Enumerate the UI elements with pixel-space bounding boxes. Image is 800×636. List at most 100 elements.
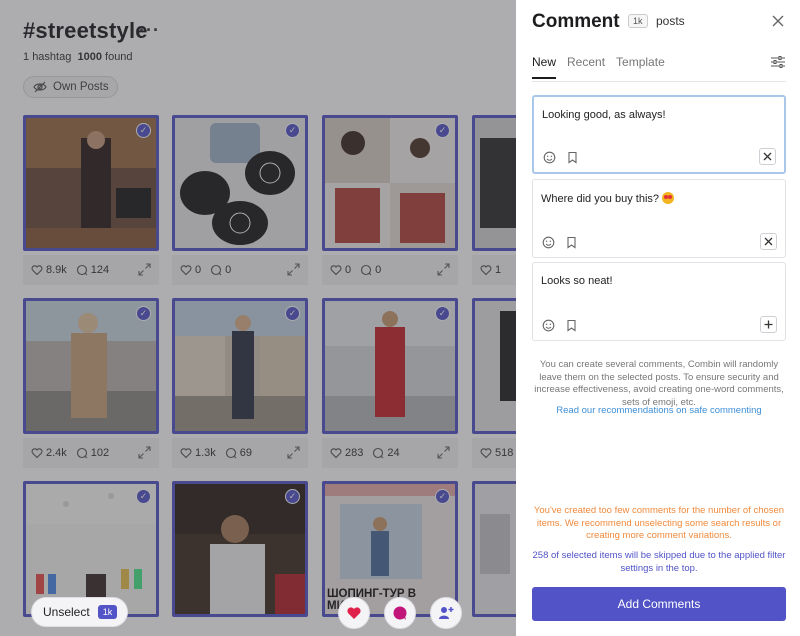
- search-stats: 1 hashtag 1000 found: [23, 51, 133, 63]
- comment-text[interactable]: Where did you buy this?: [541, 192, 675, 205]
- post-thumbnail[interactable]: ✓: [172, 298, 308, 434]
- post-thumbnail[interactable]: ✓: [172, 481, 308, 617]
- post-thumbnail[interactable]: ✓: [322, 298, 458, 434]
- hashtag-feed: #streetstyle ··· 1 hashtag 1000 found Ow…: [0, 0, 516, 636]
- post-thumbnail[interactable]: ✓: [322, 115, 458, 251]
- comment-icon: [373, 447, 384, 459]
- add-comments-button[interactable]: Add Comments: [532, 587, 786, 621]
- panel-title: Comment: [532, 11, 620, 32]
- heart-icon: [31, 448, 43, 459]
- tab-recent[interactable]: Recent: [567, 55, 605, 79]
- found-count: 1000: [77, 51, 102, 63]
- expand-icon[interactable]: [437, 446, 450, 459]
- comments-count: 0: [225, 264, 232, 276]
- heart-icon: [180, 265, 192, 276]
- heart-icon: [31, 265, 43, 276]
- post-meta: 2.4k 102: [23, 438, 159, 468]
- comments-count: 0: [375, 264, 382, 276]
- selected-check-icon[interactable]: ✓: [285, 489, 300, 504]
- post-thumbnail[interactable]: ✓: [23, 298, 159, 434]
- bookmark-icon[interactable]: [565, 236, 578, 249]
- post-thumbnail[interactable]: [472, 115, 516, 251]
- likes-count: 0: [345, 264, 352, 276]
- comments-count: 24: [387, 447, 400, 459]
- post-meta: 1: [472, 255, 516, 285]
- comments-count: 102: [90, 447, 110, 459]
- comment-text[interactable]: Looks so neat!: [541, 275, 613, 287]
- heart-eyes-emoji-icon: [662, 192, 675, 204]
- hashtag-title: #streetstyle: [23, 18, 148, 43]
- selected-check-icon[interactable]: ✓: [136, 123, 151, 138]
- warning-text: You've created too few comments for the …: [533, 505, 785, 541]
- expand-icon[interactable]: [287, 446, 300, 459]
- expand-icon[interactable]: [138, 446, 151, 459]
- bookmark-icon[interactable]: [565, 319, 578, 332]
- found-label: found: [105, 51, 133, 63]
- remove-comment-button[interactable]: [760, 233, 777, 250]
- comment-field[interactable]: Where did you buy this?: [532, 179, 786, 258]
- like-action-button[interactable]: [338, 597, 370, 629]
- selected-check-icon[interactable]: ✓: [136, 489, 151, 504]
- post-thumbnail[interactable]: ✓: [23, 115, 159, 251]
- likes-count: 1: [495, 264, 502, 276]
- skip-notice: 258 of selected items will be skipped du…: [532, 550, 786, 574]
- posts-count-badge: 1k: [628, 14, 648, 28]
- close-icon[interactable]: [770, 13, 786, 29]
- selected-check-icon[interactable]: ✓: [136, 306, 151, 321]
- tab-new[interactable]: New: [532, 55, 557, 79]
- recommendations-link[interactable]: Read our recommendations on safe comment…: [532, 405, 786, 416]
- heart-icon: [330, 265, 342, 276]
- post-thumbnail[interactable]: ✓ ШОПИНГ-ТУР В МИ...Ч: [322, 481, 458, 617]
- post-meta: 0 0: [172, 255, 308, 285]
- follow-action-button[interactable]: [430, 597, 462, 629]
- comment-action-button[interactable]: [384, 597, 416, 629]
- posts-label: posts: [656, 14, 685, 28]
- post-meta: 1.3k 69: [172, 438, 308, 468]
- selected-check-icon[interactable]: ✓: [435, 306, 450, 321]
- likes-count: 518: [495, 447, 514, 459]
- heart-icon: [180, 448, 192, 459]
- selected-check-icon[interactable]: ✓: [285, 306, 300, 321]
- post-thumbnail[interactable]: [472, 481, 516, 617]
- settings-sliders-icon[interactable]: [770, 55, 786, 69]
- remove-comment-button[interactable]: [759, 148, 776, 165]
- selected-check-icon[interactable]: ✓: [435, 123, 450, 138]
- post-thumbnail[interactable]: ✓: [172, 115, 308, 251]
- expand-icon[interactable]: [287, 263, 300, 276]
- comment-field[interactable]: Looks so neat!: [532, 262, 786, 341]
- selected-check-icon[interactable]: ✓: [285, 123, 300, 138]
- post-meta: 0 0: [322, 255, 458, 285]
- likes-count: 8.9k: [46, 264, 67, 276]
- unselect-button[interactable]: Unselect 1k: [31, 597, 128, 627]
- post-meta: 518: [472, 438, 516, 468]
- heart-icon: [347, 607, 361, 619]
- unselect-label: Unselect: [43, 605, 90, 619]
- comments-count: 69: [239, 447, 253, 459]
- comment-tabs: New Recent Template: [532, 55, 665, 79]
- add-user-icon: [439, 607, 454, 619]
- post-meta: 8.9k 124: [23, 255, 159, 285]
- close-icon: [763, 152, 772, 161]
- heart-icon: [480, 448, 492, 459]
- emoji-icon[interactable]: [542, 319, 555, 332]
- add-comment-button[interactable]: [760, 316, 777, 333]
- post-thumbnail[interactable]: [472, 298, 516, 434]
- own-posts-toggle[interactable]: Own Posts: [23, 76, 118, 98]
- tabs-divider: [532, 81, 786, 82]
- selected-count-badge: 1k: [97, 605, 118, 619]
- selected-check-icon[interactable]: ✓: [435, 489, 450, 504]
- comment-field[interactable]: Looking good, as always!: [532, 95, 786, 174]
- tab-template[interactable]: Template: [616, 55, 665, 79]
- hashtag-label: hashtag: [32, 51, 72, 63]
- expand-icon[interactable]: [437, 263, 450, 276]
- heart-icon: [330, 448, 342, 459]
- likes-count: 0: [195, 264, 202, 276]
- expand-icon[interactable]: [138, 263, 151, 276]
- heart-icon: [480, 265, 492, 276]
- more-options-icon[interactable]: ···: [139, 20, 160, 41]
- bookmark-icon[interactable]: [566, 151, 579, 164]
- comment-text-value: Where did you buy this?: [541, 193, 660, 205]
- emoji-icon[interactable]: [543, 151, 556, 164]
- comment-text[interactable]: Looking good, as always!: [542, 109, 666, 121]
- emoji-icon[interactable]: [542, 236, 555, 249]
